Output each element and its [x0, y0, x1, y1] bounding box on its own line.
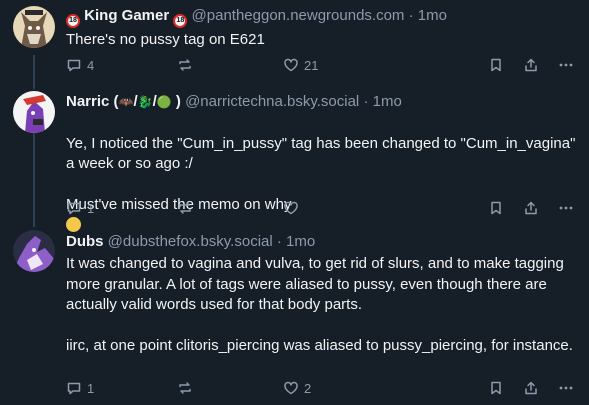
timestamp[interactable]: 1mo: [373, 93, 402, 110]
more-button[interactable]: [558, 200, 574, 216]
like-count: 21: [304, 57, 319, 73]
display-name-text: Narric (: [66, 93, 119, 110]
more-button[interactable]: [558, 380, 574, 396]
share-icon: [525, 201, 537, 215]
bookmark-icon: [491, 58, 501, 72]
reply-count: 4: [87, 57, 95, 73]
reply-button[interactable]: 4: [66, 57, 94, 73]
handle[interactable]: @dubsthefox.bsky.social: [108, 233, 273, 250]
repost-button[interactable]: [177, 200, 193, 216]
share-button[interactable]: [523, 200, 539, 216]
dragon-icon: 🐉: [137, 95, 153, 109]
sweat-smile-emoji-icon: [66, 216, 81, 232]
display-name[interactable]: Narric (🦇/🐉/🟢 ): [66, 93, 185, 110]
timestamp[interactable]: 1mo: [286, 233, 315, 250]
handle[interactable]: @narrictechna.bsky.social: [185, 93, 359, 110]
avatar[interactable]: [13, 91, 55, 133]
display-name[interactable]: King Gamer: [84, 7, 169, 24]
like-button[interactable]: 21: [283, 57, 318, 73]
reply-count: 1: [87, 380, 95, 396]
handle[interactable]: @pantheggon.newgrounds.com: [192, 7, 405, 24]
separator: ·: [408, 7, 414, 24]
thread-line: [33, 133, 35, 227]
adult-badge-icon: 18: [173, 14, 188, 28]
thread-line: [33, 81, 35, 89]
post-header: 18 King Gamer 18 @pantheggon.newgrounds.…: [66, 7, 447, 28]
post-header: Narric (🦇/🐉/🟢 ) @narrictechna.bsky.socia…: [66, 93, 402, 111]
reply-count: 1: [87, 200, 95, 216]
like-button[interactable]: [283, 200, 299, 216]
avatar[interactable]: [13, 230, 55, 272]
timestamp[interactable]: 1mo: [418, 7, 447, 24]
bookmark-button[interactable]: [488, 57, 504, 73]
post-actions: 1: [66, 200, 579, 218]
more-icon: [559, 386, 573, 390]
share-icon: [525, 381, 537, 395]
repost-icon: [179, 59, 191, 71]
more-button[interactable]: [558, 57, 574, 73]
like-count: 2: [304, 380, 312, 396]
reply-button[interactable]: 1: [66, 380, 94, 396]
separator: ·: [363, 93, 369, 110]
more-icon: [559, 206, 573, 210]
reply-icon: [67, 202, 81, 215]
repost-icon: [179, 202, 191, 214]
post-header: Dubs @dubsthefox.bsky.social · 1mo: [66, 233, 315, 251]
display-name-suffix: ): [175, 93, 181, 110]
like-icon: [284, 381, 298, 395]
post-actions: 1 2: [66, 380, 579, 398]
bookmark-icon: [491, 381, 501, 395]
post-actions: 4 21: [66, 57, 579, 75]
repost-icon: [179, 382, 191, 394]
like-button[interactable]: 2: [283, 380, 311, 396]
share-button[interactable]: [523, 380, 539, 396]
green-circle-icon: 🟢: [156, 95, 172, 109]
bookmark-button[interactable]: [488, 200, 504, 216]
repost-button[interactable]: [177, 380, 193, 396]
reply-button[interactable]: 1: [66, 200, 94, 216]
bat-icon: 🦇: [118, 95, 134, 109]
post-text: It was changed to vagina and vulva, to g…: [66, 255, 573, 354]
reply-icon: [67, 59, 81, 72]
like-icon: [284, 201, 298, 215]
bookmark-icon: [491, 201, 501, 215]
bookmark-button[interactable]: [488, 380, 504, 396]
share-icon: [525, 58, 537, 72]
share-button[interactable]: [523, 57, 539, 73]
display-name[interactable]: Dubs: [66, 233, 104, 250]
avatar[interactable]: [13, 6, 55, 48]
more-icon: [559, 63, 573, 67]
adult-badge-icon: 18: [66, 14, 80, 28]
reply-icon: [67, 382, 81, 395]
repost-button[interactable]: [177, 57, 193, 73]
like-icon: [284, 58, 298, 72]
thread-line: [33, 55, 35, 81]
post-text: There's no pussy tag on E621: [66, 31, 265, 48]
separator: ·: [276, 233, 282, 250]
